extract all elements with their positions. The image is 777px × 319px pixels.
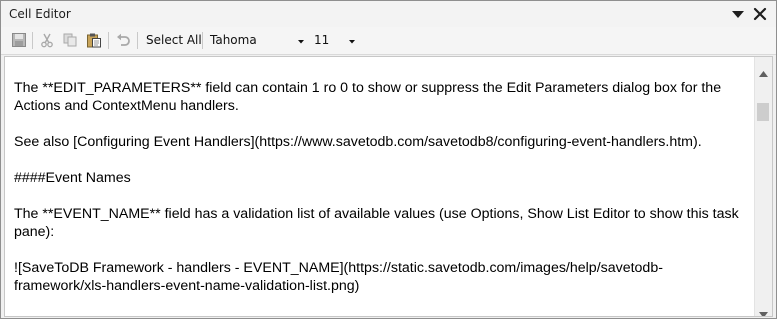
editor-paragraph: ####Event Names — [14, 170, 131, 186]
font-name-select[interactable]: Tahoma — [210, 32, 306, 50]
scroll-up-icon[interactable] — [759, 62, 768, 77]
editor-paragraph: The **EDIT_PARAMETERS** field can contai… — [14, 80, 722, 114]
font-name-value: Tahoma — [210, 33, 257, 47]
editor-paragraph: ![SaveToDB Framework - handlers - EVENT_… — [14, 260, 663, 294]
title-bar: Cell Editor — [1, 1, 776, 27]
toolbar-separator — [32, 32, 33, 49]
font-size-value: 11 — [314, 33, 330, 47]
dropdown-arrow-icon[interactable] — [730, 6, 746, 22]
toolbar: Select All Tahoma 11 — [1, 27, 776, 55]
toolbar-separator — [202, 32, 203, 49]
chevron-down-icon — [347, 33, 357, 49]
cut-icon[interactable] — [39, 32, 55, 48]
save-icon[interactable] — [11, 32, 27, 48]
editor-content: The **EDIT_PARAMETERS** field can contai… — [14, 79, 744, 313]
scrollbar-thumb[interactable] — [757, 103, 769, 121]
paste-icon[interactable] — [86, 32, 102, 48]
chevron-down-icon — [296, 33, 306, 49]
close-icon[interactable] — [752, 6, 768, 22]
toolbar-separator — [137, 32, 138, 49]
editor-paragraph: The **EVENT_NAME** field has a validatio… — [14, 206, 739, 240]
undo-icon[interactable] — [115, 32, 131, 48]
scroll-down-icon[interactable] — [759, 303, 768, 316]
copy-icon[interactable] — [62, 32, 78, 48]
pane-title: Cell Editor — [9, 7, 71, 21]
text-editor-area[interactable]: The **EDIT_PARAMETERS** field can contai… — [4, 56, 773, 317]
select-all-button[interactable]: Select All — [146, 33, 202, 47]
toolbar-separator — [108, 32, 109, 49]
cell-editor-pane: Cell Editor Select All Tahoma 11 The **E… — [0, 0, 777, 319]
editor-paragraph: See also [Configuring Event Handlers](ht… — [14, 134, 702, 150]
font-size-select[interactable]: 11 — [314, 32, 358, 50]
vertical-scrollbar[interactable] — [754, 57, 772, 316]
